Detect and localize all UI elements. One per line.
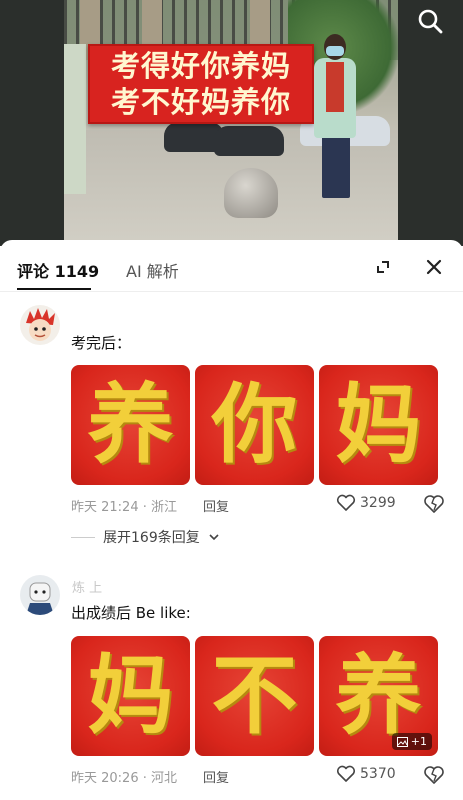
meme-character: 养: [87, 375, 174, 475]
reply-button[interactable]: 回复: [203, 767, 229, 786]
avatar[interactable]: [20, 575, 60, 615]
active-tab-indicator: [17, 288, 91, 290]
comment-tabs: 评论 1149 AI 解析: [0, 240, 463, 292]
scooter: [214, 126, 284, 156]
meme-character: 你: [211, 375, 298, 475]
meme-character: 妈: [335, 375, 422, 475]
tab-ai-analysis[interactable]: AI 解析: [126, 258, 179, 282]
expand-icon[interactable]: [370, 254, 396, 280]
comment-image[interactable]: 你: [195, 365, 314, 485]
comment-image[interactable]: 养: [71, 365, 190, 485]
comment-image[interactable]: 养 +1: [319, 636, 438, 756]
comment-meta: 昨天 20:26 · 河北: [71, 771, 177, 786]
chevron-down-icon: [209, 534, 219, 541]
like-count: 3299: [360, 495, 396, 511]
bystander: [64, 44, 86, 194]
divider-line: [71, 536, 95, 538]
comment-image-row: 妈 不 养 +1: [71, 636, 438, 756]
comment-image[interactable]: 不: [195, 636, 314, 756]
heart-icon: [336, 765, 356, 782]
close-icon[interactable]: [421, 254, 447, 280]
like-button[interactable]: 5370: [336, 765, 396, 783]
banner-line-2: 考不好妈养你: [110, 85, 291, 119]
username[interactable]: 炼 上: [72, 577, 102, 596]
reply-button[interactable]: 回复: [203, 496, 229, 515]
stone-bollard: [224, 168, 278, 218]
banner-line-1: 考得好你养妈: [110, 49, 291, 83]
red-banner: 考得好你养妈 考不好妈养你: [88, 44, 314, 124]
heart-icon: [336, 494, 356, 511]
comment-meta: 昨天 21:24 · 浙江: [71, 500, 177, 515]
expand-replies[interactable]: 展开169条回复: [71, 527, 220, 547]
comments-panel: 评论 1149 AI 解析 考完后： 养 你 妈 昨天 21:24 · 浙江 回…: [0, 240, 463, 800]
comment-text: 出成绩后 Be like:: [71, 604, 191, 622]
meme-character: 妈: [87, 646, 174, 746]
comment-image[interactable]: 妈: [319, 365, 438, 485]
search-icon[interactable]: [415, 6, 445, 36]
tab-comments[interactable]: 评论 1149: [17, 258, 99, 282]
like-button[interactable]: 3299: [336, 494, 396, 512]
video-frame: 考得好你养妈 考不好妈养你: [64, 0, 398, 246]
image-icon: [396, 736, 408, 747]
expand-replies-label: 展开169条回复: [103, 530, 200, 546]
broken-heart-icon[interactable]: [423, 765, 445, 787]
broken-heart-icon[interactable]: [423, 494, 445, 516]
avatar[interactable]: [20, 305, 60, 345]
comment-image[interactable]: 妈: [71, 636, 190, 756]
meme-character: 不: [211, 646, 298, 746]
video-player[interactable]: 考得好你养妈 考不好妈养你: [0, 0, 463, 246]
comment-text: 考完后：: [71, 334, 132, 352]
meme-character: 养: [335, 646, 422, 746]
more-images-count: +1: [410, 735, 427, 748]
like-count: 5370: [360, 766, 396, 782]
comment-image-row: 养 你 妈: [71, 365, 438, 485]
woman-holding-banner: [310, 34, 360, 214]
more-images-badge: +1: [391, 733, 432, 750]
